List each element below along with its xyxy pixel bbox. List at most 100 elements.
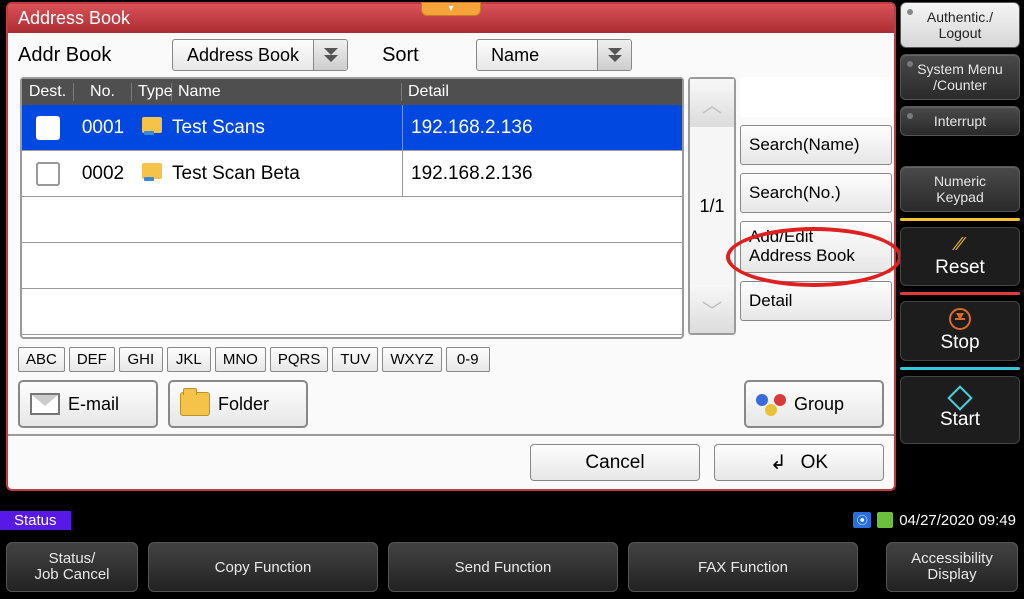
table-row [22, 289, 682, 335]
group-icon [756, 392, 786, 416]
system-menu-label: System Menu /Counter [917, 61, 1003, 93]
alpha-filter-abc[interactable]: ABC [18, 347, 65, 372]
action-row: Cancel ↲ OK [8, 434, 894, 489]
side-blank [740, 77, 892, 117]
alpha-filter-def[interactable]: DEF [69, 347, 115, 372]
alpha-filter-pqrs[interactable]: PQRS [270, 347, 329, 372]
row-name: Test Scans [172, 117, 402, 139]
side-button-column: Search(Name) Search(No.) Add/Edit Addres… [740, 77, 892, 339]
cancel-label: Cancel [585, 452, 644, 474]
start-button[interactable]: Start [900, 376, 1020, 444]
stop-button[interactable]: Stop [900, 301, 1020, 361]
main-panel: Address Book Addr Book Address Book Sort… [6, 2, 896, 491]
eco-icon [877, 512, 893, 528]
enter-icon: ↲ [770, 450, 787, 475]
window-title: Address Book [18, 8, 130, 28]
table-header: Dest. No. Type Name Detail [22, 79, 682, 105]
search-name-button[interactable]: Search(Name) [740, 125, 892, 165]
wifi-icon: ⦿ [853, 512, 871, 528]
interrupt-button[interactable]: Interrupt [900, 106, 1020, 136]
group-button[interactable]: Group [744, 380, 884, 428]
table-row [22, 197, 682, 243]
ok-label: OK [801, 452, 828, 474]
auth-label: Authentic./ Logout [927, 9, 993, 41]
addr-book-select-value: Address Book [173, 45, 313, 66]
send-function-button[interactable]: Send Function [388, 542, 618, 592]
hardware-sidebar: Authentic./ Logout System Menu /Counter … [900, 2, 1020, 444]
row-type [132, 163, 172, 185]
accent-red [900, 292, 1020, 295]
search-no-button[interactable]: Search(No.) [740, 173, 892, 213]
email-label: E-mail [68, 394, 119, 415]
row-name: Test Scan Beta [172, 163, 402, 185]
copy-function-button[interactable]: Copy Function [148, 542, 378, 592]
col-detail: Detail [402, 83, 682, 101]
scroll-column: ︿ 1/1 ﹀ [688, 77, 736, 335]
accent-cyan [900, 367, 1020, 370]
auth-logout-button[interactable]: Authentic./ Logout [900, 2, 1020, 48]
col-no: No. [74, 83, 132, 101]
alpha-filter-mno[interactable]: MNO [215, 347, 266, 372]
col-type: Type [132, 83, 172, 101]
sort-label: Sort [382, 44, 442, 67]
reset-button[interactable]: ⁄⁄ Reset [900, 227, 1020, 286]
alpha-filter-jkl[interactable]: JKL [167, 347, 211, 372]
reset-label: Reset [935, 257, 985, 279]
row-type [132, 117, 172, 139]
scroll-down-button[interactable]: ﹀ [690, 285, 734, 333]
alpha-filter-tuv[interactable]: TUV [332, 347, 378, 372]
start-label: Start [940, 409, 980, 431]
row-detail: 192.168.2.136 [402, 105, 682, 150]
table-row[interactable]: 0001 Test Scans192.168.2.136 [22, 105, 682, 151]
row-no: 0002 [74, 163, 132, 185]
table-row[interactable]: 0002 Test Scan Beta192.168.2.136 [22, 151, 682, 197]
folder-label: Folder [218, 394, 269, 415]
stop-label: Stop [940, 332, 979, 354]
stop-icon [949, 308, 971, 330]
numeric-keypad-button[interactable]: Numeric Keypad [900, 166, 1020, 212]
footer: Status/ Job Cancel Copy Function Send Fu… [0, 535, 1024, 599]
status-job-cancel-button[interactable]: Status/ Job Cancel [6, 542, 138, 592]
addr-book-select[interactable]: Address Book [172, 39, 348, 71]
status-bar: Status ⦿ 04/27/2020 09:49 [0, 509, 1024, 531]
system-menu-button[interactable]: System Menu /Counter [900, 54, 1020, 100]
address-table: Dest. No. Type Name Detail 0001 Test Scan… [20, 77, 684, 339]
folder-icon [142, 117, 162, 133]
col-dest: Dest. [22, 83, 74, 101]
row-no: 0001 [74, 117, 132, 139]
status-tag[interactable]: Status [0, 511, 71, 530]
toolbar: Addr Book Address Book Sort Name [8, 33, 894, 77]
reset-icon: ⁄⁄ [957, 234, 963, 255]
title-bar: Address Book [8, 4, 894, 33]
start-icon [947, 385, 972, 410]
row-checkbox[interactable] [36, 162, 60, 186]
folder-icon [180, 392, 210, 416]
alpha-filter-row: ABCDEFGHIJKLMNOPQRSTUVWXYZ0-9 [8, 345, 894, 374]
add-edit-address-book-button[interactable]: Add/Edit Address Book [740, 221, 892, 273]
alpha-filter-ghi[interactable]: GHI [119, 347, 163, 372]
alpha-filter-wxyz[interactable]: WXYZ [382, 347, 441, 372]
page-info: 1/1 [699, 127, 724, 285]
folder-button[interactable]: Folder [168, 380, 308, 428]
scroll-up-button[interactable]: ︿ [690, 79, 734, 127]
addr-book-label: Addr Book [18, 44, 138, 67]
ok-button[interactable]: ↲ OK [714, 444, 884, 481]
accessibility-display-button[interactable]: Accessibility Display [886, 542, 1018, 592]
sort-select-value: Name [477, 45, 597, 66]
sort-select[interactable]: Name [476, 39, 632, 71]
mail-icon [30, 393, 60, 415]
row-detail: 192.168.2.136 [402, 151, 682, 196]
group-label: Group [794, 394, 844, 415]
detail-button[interactable]: Detail [740, 281, 892, 321]
email-button[interactable]: E-mail [18, 380, 158, 428]
title-dropdown-tab[interactable] [421, 2, 481, 16]
fax-function-button[interactable]: FAX Function [628, 542, 858, 592]
numeric-label: Numeric Keypad [934, 173, 986, 205]
alpha-filter-0-9[interactable]: 0-9 [446, 347, 490, 372]
interrupt-label: Interrupt [934, 113, 986, 129]
datetime: 04/27/2020 09:49 [899, 512, 1016, 529]
category-button-row: E-mail Folder Group [8, 374, 894, 434]
accent-yellow [900, 218, 1020, 221]
cancel-button[interactable]: Cancel [530, 444, 700, 481]
row-checkbox[interactable] [36, 116, 60, 140]
